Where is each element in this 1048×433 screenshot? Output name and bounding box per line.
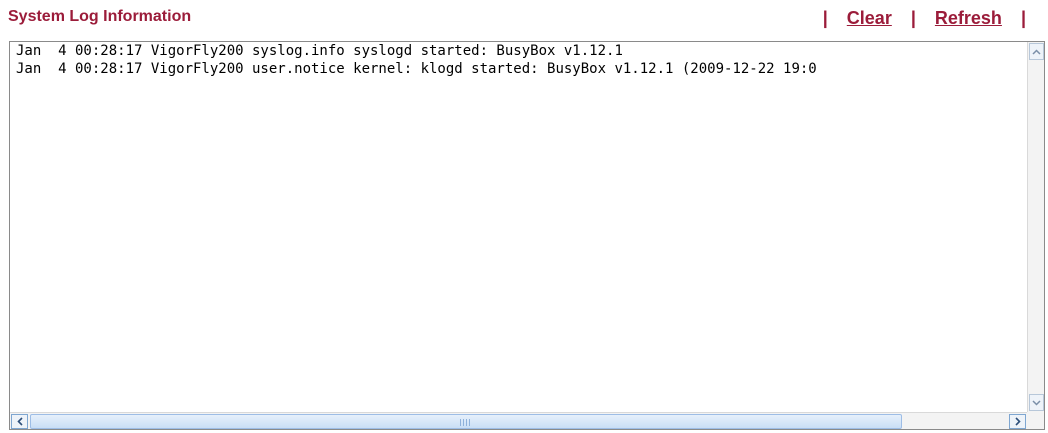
chevron-down-icon[interactable] [1029, 394, 1044, 411]
separator: | [1020, 8, 1026, 28]
vertical-scrollbar[interactable] [1027, 42, 1044, 412]
refresh-link[interactable]: Refresh [935, 8, 1002, 28]
log-line: Jan 4 00:28:17 VigorFly200 syslog.info s… [16, 43, 623, 59]
page-title: System Log Information [8, 8, 192, 25]
separator: | [822, 8, 828, 28]
clear-link[interactable]: Clear [847, 8, 892, 28]
horizontal-scrollbar[interactable] [10, 412, 1027, 429]
log-line: Jan 4 00:28:17 VigorFly200 user.notice k… [16, 61, 817, 77]
system-log-textarea[interactable]: Jan 4 00:28:17 VigorFly200 syslog.info s… [9, 41, 1045, 430]
header-actions: | Clear | Refresh | [809, 8, 1040, 29]
chevron-up-icon[interactable] [1029, 43, 1044, 60]
chevron-left-icon[interactable] [11, 414, 28, 429]
header: System Log Information | Clear | Refresh… [0, 0, 1048, 40]
log-content[interactable]: Jan 4 00:28:17 VigorFly200 syslog.info s… [10, 42, 1027, 412]
separator: | [910, 8, 916, 28]
scroll-grip-icon [460, 419, 472, 426]
horizontal-scroll-thumb[interactable] [30, 414, 902, 429]
scrollbar-corner [1027, 412, 1044, 429]
chevron-right-icon[interactable] [1009, 414, 1026, 429]
